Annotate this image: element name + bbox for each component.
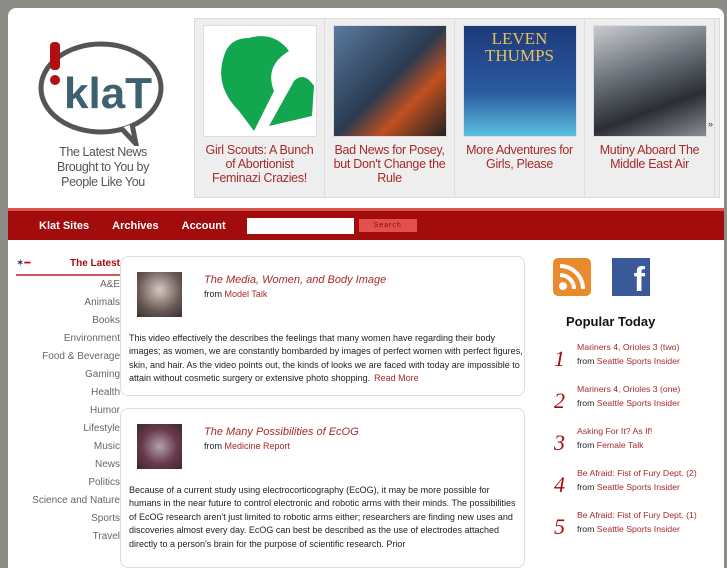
article-source: from Medicine Report	[204, 441, 290, 451]
popular-title-link[interactable]: Be Afraid: Fist of Fury Dept. (2)	[577, 466, 697, 480]
featured-caption[interactable]: Mutiny Aboard The Middle East Air	[591, 143, 708, 171]
featured-item[interactable]: Girl Scouts: A Bunch of Abortionist Femi…	[195, 19, 325, 197]
from-label: from	[577, 482, 595, 492]
featured-carousel: Girl Scouts: A Bunch of Abortionist Femi…	[194, 18, 720, 198]
article-source: from Model Talk	[204, 289, 267, 299]
search-button[interactable]: Search	[358, 219, 417, 232]
sidebar-item[interactable]: Health	[16, 384, 120, 402]
svg-text:klaT: klaT	[64, 69, 152, 118]
sidebar-item[interactable]: Food & Beverage	[16, 348, 120, 366]
nav-account[interactable]: Account	[182, 220, 226, 232]
popular-source: from Seattle Sports Insider	[577, 396, 680, 410]
sidebar-item[interactable]: Science and Nature	[16, 492, 120, 510]
article-thumbnail[interactable]	[137, 424, 182, 469]
right-column: f Popular Today 1 Mariners 4, Orioles 3 (…	[548, 258, 718, 550]
source-link[interactable]: Seattle Sports Insider	[597, 524, 680, 534]
popular-today-heading: Popular Today	[566, 314, 656, 329]
nav-klat-sites[interactable]: Klat Sites	[39, 220, 89, 232]
popular-item: 5 Be Afraid: Fist of Fury Dept. (1) from S…	[548, 508, 718, 540]
from-label: from	[204, 289, 222, 299]
popular-title-link[interactable]: Be Afraid: Fist of Fury Dept. (1)	[577, 508, 697, 522]
article-title[interactable]: The Many Possibilities of EcOG	[204, 426, 359, 438]
sidebar-item[interactable]: Lifestyle	[16, 420, 120, 438]
latest-icon: ✶━	[16, 258, 31, 269]
featured-caption[interactable]: Girl Scouts: A Bunch of Abortionist Femi…	[201, 143, 318, 185]
sidebar-item[interactable]: Books	[16, 312, 120, 330]
sidebar-item[interactable]: News	[16, 456, 120, 474]
source-link[interactable]: Model Talk	[225, 289, 268, 299]
featured-caption[interactable]: More Adventures for Girls, Please	[461, 143, 578, 171]
popular-title-link[interactable]: Asking For It? As If!	[577, 424, 652, 438]
sidebar-item[interactable]: Animals	[16, 294, 120, 312]
popular-item: 3 Asking For It? As If! from Female Talk	[548, 424, 718, 456]
girl-scouts-image[interactable]	[202, 25, 317, 137]
baseball-player-image[interactable]	[332, 25, 447, 137]
sidebar-item[interactable]: Humor	[16, 402, 120, 420]
from-label: from	[577, 440, 595, 450]
rank-number: 4	[554, 472, 565, 497]
tagline: The Latest News Brought to You by People…	[57, 145, 149, 189]
popular-item: 2 Mariners 4, Orioles 3 (one) from Seattle…	[548, 382, 718, 414]
rank-number: 3	[554, 430, 565, 455]
search-input[interactable]	[246, 217, 354, 234]
popular-source: from Seattle Sports Insider	[577, 354, 680, 368]
sidebar-item[interactable]: A&E	[16, 276, 120, 294]
from-label: from	[577, 356, 595, 366]
featured-item[interactable]: Mutiny Aboard The Middle East Air	[585, 19, 715, 197]
source-link[interactable]: Seattle Sports Insider	[597, 356, 680, 366]
category-sidebar: ✶━ The Latest A&E Animals Books Environment…	[16, 258, 120, 546]
sidebar-item[interactable]: Music	[16, 438, 120, 456]
article-body: This video effectively the describes the…	[129, 332, 524, 386]
source-link[interactable]: Medicine Report	[225, 441, 291, 451]
sidebar-item[interactable]: Travel	[16, 528, 120, 546]
rank-number: 5	[554, 514, 565, 539]
featured-caption[interactable]: Bad News for Posey, but Don't Change the…	[331, 143, 448, 185]
popular-item: 1 Mariners 4, Orioles 3 (two) from Seattle…	[548, 340, 718, 372]
nav-archives[interactable]: Archives	[112, 220, 158, 232]
popular-source: from Seattle Sports Insider	[577, 480, 697, 494]
page-container: klaT The Latest News Brought to You by P…	[8, 8, 724, 568]
facebook-icon[interactable]: f	[612, 258, 650, 296]
airplane-cabin-image[interactable]	[592, 25, 707, 137]
sidebar-item[interactable]: Environment	[16, 330, 120, 348]
article-card: The Many Possibilities of EcOG from Medi…	[120, 408, 525, 568]
sidebar-item-label: The Latest	[69, 258, 120, 269]
read-more-link[interactable]: Read More	[374, 373, 419, 383]
source-link[interactable]: Seattle Sports Insider	[597, 398, 680, 408]
featured-item[interactable]: Bad News for Posey, but Don't Change the…	[325, 19, 455, 197]
sidebar-item[interactable]: Sports	[16, 510, 120, 528]
from-label: from	[577, 524, 595, 534]
klat-logo[interactable]: klaT	[36, 36, 171, 146]
rank-number: 2	[554, 388, 565, 413]
article-body: Because of a current study using electro…	[129, 485, 516, 549]
rank-number: 1	[554, 346, 565, 371]
book-cover-image[interactable]: LEVEN THUMPS	[462, 25, 577, 137]
sidebar-item[interactable]: Gaming	[16, 366, 120, 384]
source-link[interactable]: Female Talk	[597, 440, 644, 450]
from-label: from	[204, 441, 222, 451]
main-nav: Klat Sites Archives Account Search	[8, 208, 724, 240]
popular-source: from Female Talk	[577, 438, 652, 452]
popular-title-link[interactable]: Mariners 4, Orioles 3 (two)	[577, 340, 680, 354]
article-card: The Media, Women, and Body Image from Mo…	[120, 256, 525, 396]
article-title[interactable]: The Media, Women, and Body Image	[204, 274, 386, 286]
source-link[interactable]: Seattle Sports Insider	[597, 482, 680, 492]
from-label: from	[577, 398, 595, 408]
carousel-next-button[interactable]: »	[708, 119, 713, 129]
article-thumbnail[interactable]	[137, 272, 182, 317]
rss-icon[interactable]	[553, 258, 591, 296]
sidebar-item-the-latest[interactable]: ✶━ The Latest	[16, 258, 120, 276]
article-text: This video effectively the describes the…	[129, 333, 523, 384]
featured-item[interactable]: LEVEN THUMPS More Adventures for Girls, P…	[455, 19, 585, 197]
sidebar-item[interactable]: Politics	[16, 474, 120, 492]
popular-source: from Seattle Sports Insider	[577, 522, 697, 536]
popular-title-link[interactable]: Mariners 4, Orioles 3 (one)	[577, 382, 680, 396]
popular-item: 4 Be Afraid: Fist of Fury Dept. (2) from S…	[548, 466, 718, 498]
